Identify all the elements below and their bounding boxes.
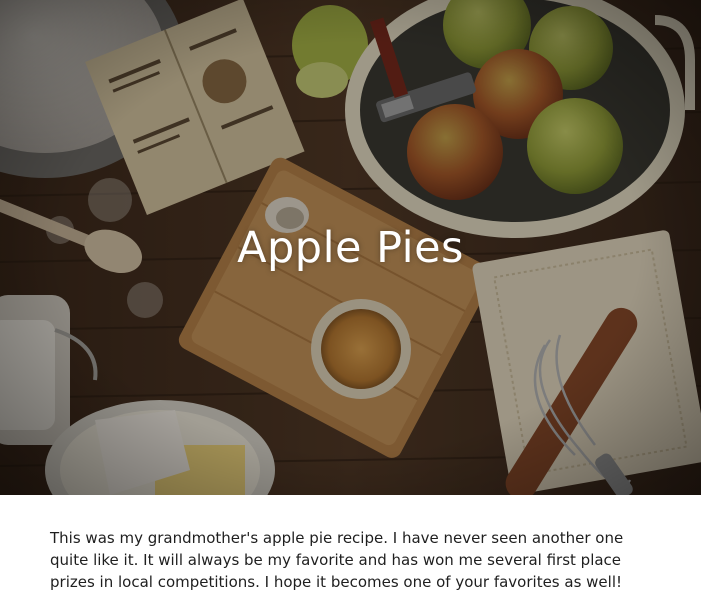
recipe-intro-text: This was my grandmother's apple pie reci… bbox=[50, 529, 624, 591]
recipe-page: Apple Pies This was my grandmother's app… bbox=[0, 0, 703, 603]
hero-banner: Apple Pies bbox=[0, 0, 701, 495]
page-title: Apple Pies bbox=[237, 223, 464, 273]
